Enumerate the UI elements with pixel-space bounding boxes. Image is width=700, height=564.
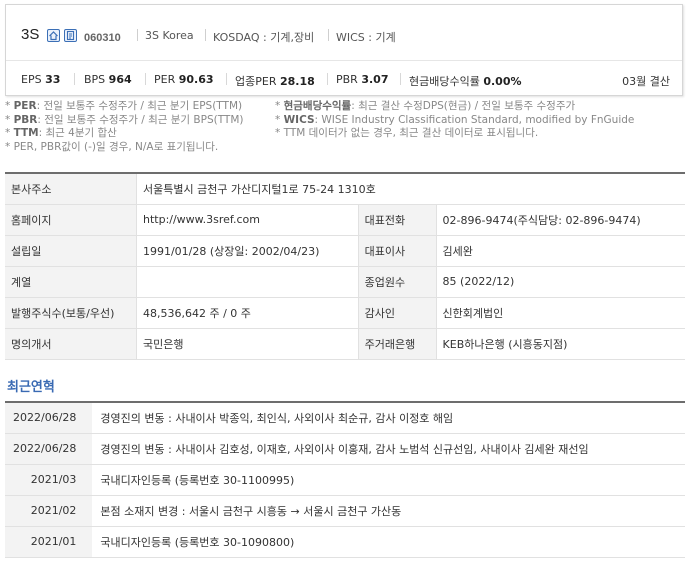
- phone-label: 대표전화: [358, 204, 437, 236]
- note-dividend: * 현금배당수익률: 최근 결산 수정DPS(현금) / 전일 보통주 수정주가: [275, 100, 576, 112]
- metric-bps: BPS 964: [84, 73, 132, 86]
- metric-eps: EPS 33: [21, 73, 61, 86]
- country-label: 3S Korea: [145, 29, 194, 42]
- divider: [226, 73, 227, 85]
- history-text: 국내디자인등록 (등록번호 30-1090800): [92, 526, 685, 558]
- founded-label: 설립일: [5, 235, 137, 267]
- stock-code: 060310: [84, 32, 121, 44]
- history-text: 국내디자인등록 (등록번호 30-1100995): [92, 464, 685, 496]
- history-date: 2021/02: [5, 495, 93, 527]
- auditor-label: 감사인: [358, 297, 437, 329]
- note-pbr: * PBR: 전일 보통주 수정주가 / 최근 분기 BPS(TTM): [5, 113, 244, 126]
- divider: [328, 29, 329, 41]
- company-info-table: 본사주소 서울특별시 금천구 가산디지털1로 75-24 1310호 홈페이지 …: [5, 172, 685, 360]
- table-row: 홈페이지 http://www.3sref.com 대표전화 02-896-94…: [5, 204, 685, 236]
- divider: [400, 73, 401, 85]
- footnotes-left: * PER: 전일 보통주 수정주가 / 최근 분기 EPS(TTM) * PB…: [5, 100, 244, 154]
- history-title: 최근연혁: [7, 380, 55, 395]
- table-row: 설립일 1991/01/28 (상장일: 2002/04/23) 대표이사 김세…: [5, 235, 685, 267]
- shares-value: 48,536,642 주 / 0 주: [136, 297, 359, 329]
- history-table: 2022/06/28 경영진의 변동 : 사내이사 박종익, 최인식, 사외이사…: [5, 401, 685, 558]
- group-value: [136, 266, 359, 298]
- phone-value: 02-896-9474(주식담당: 02-896-9474): [436, 204, 685, 236]
- note-wics: * WICS: WISE Industry Classification Sta…: [275, 113, 635, 126]
- divider: [145, 73, 146, 85]
- metric-dividend-yield: 현금배당수익률 0.00%: [409, 75, 522, 88]
- metrics-row: EPS 33 BPS 964 PER 90.63 업종PER 28.18 PBR…: [6, 61, 682, 95]
- table-row: 본사주소 서울특별시 금천구 가산디지털1로 75-24 1310호: [5, 173, 685, 205]
- divider: [205, 29, 206, 41]
- company-summary-card: 3S 060310 3S Korea KOSDAQ : 기계,장비 WICS :…: [5, 4, 683, 96]
- metric-industry-per: 업종PER 28.18: [235, 75, 315, 88]
- wics-label: WICS : 기계: [336, 31, 396, 44]
- company-name: 3S: [21, 26, 40, 43]
- history-date: 2021/03: [5, 464, 93, 496]
- note-ttm: * TTM: 최근 4분기 합산: [5, 127, 117, 139]
- transfer-agent-label: 명의개서: [5, 328, 137, 360]
- metric-pbr: PBR 3.07: [336, 73, 389, 86]
- history-text: 경영진의 변동 : 사내이사 김호성, 이재호, 사외이사 이홍재, 감사 노범…: [92, 433, 685, 465]
- metric-per: PER 90.63: [154, 73, 214, 86]
- main-bank-value: KEB하나은행 (시흥동지점): [436, 328, 685, 360]
- homepage-label: 홈페이지: [5, 204, 137, 236]
- market-label: KOSDAQ : 기계,장비: [213, 31, 315, 44]
- address-label: 본사주소: [5, 173, 137, 205]
- settlement-month: 03월 결산: [622, 75, 670, 88]
- table-row: 발행주식수(보통/우선) 48,536,642 주 / 0 주 감사인 신한회계…: [5, 297, 685, 329]
- auditor-value: 신한회계법인: [436, 297, 685, 329]
- address-value: 서울특별시 금천구 가산디지털1로 75-24 1310호: [136, 173, 685, 205]
- shares-label: 발행주식수(보통/우선): [5, 297, 137, 329]
- main-bank-label: 주거래은행: [358, 328, 437, 360]
- homepage-link[interactable]: http://www.3sref.com: [136, 204, 359, 236]
- report-icon[interactable]: [64, 29, 77, 42]
- footnotes-right: * 현금배당수익률: 최근 결산 수정DPS(현금) / 전일 보통주 수정주가…: [275, 100, 634, 141]
- group-label: 계열: [5, 266, 137, 298]
- table-row: 2021/01 국내디자인등록 (등록번호 30-1090800): [5, 526, 685, 558]
- table-row: 2021/02 본점 소재지 변경 : 서울시 금천구 시흥동 → 서울시 금천…: [5, 495, 685, 527]
- note-ttm-missing: * TTM 데이터가 없는 경우, 최근 결산 데이터로 표시됩니다.: [275, 127, 539, 139]
- history-date: 2022/06/28: [5, 433, 93, 465]
- table-row: 2021/03 국내디자인등록 (등록번호 30-1100995): [5, 464, 685, 496]
- divider: [74, 73, 75, 85]
- home-icon[interactable]: [47, 29, 60, 42]
- ceo-label: 대표이사: [358, 235, 437, 267]
- table-row: 2022/06/28 경영진의 변동 : 사내이사 박종익, 최인식, 사외이사…: [5, 402, 685, 434]
- divider: [137, 29, 138, 41]
- employees-label: 종업원수: [358, 266, 437, 298]
- transfer-agent-value: 국민은행: [136, 328, 359, 360]
- ceo-value: 김세완: [436, 235, 685, 267]
- table-row: 계열 종업원수 85 (2022/12): [5, 266, 685, 298]
- divider: [327, 73, 328, 85]
- note-per: * PER: 전일 보통주 수정주가 / 최근 분기 EPS(TTM): [5, 100, 243, 112]
- table-row: 명의개서 국민은행 주거래은행 KEB하나은행 (시흥동지점): [5, 328, 685, 360]
- note-na: * PER, PBR값이 (-)일 경우, N/A로 표기됩니다.: [5, 140, 219, 153]
- history-text: 본점 소재지 변경 : 서울시 금천구 시흥동 → 서울시 금천구 가산동: [92, 495, 685, 527]
- table-row: 2022/06/28 경영진의 변동 : 사내이사 김호성, 이재호, 사외이사…: [5, 433, 685, 465]
- history-date: 2022/06/28: [5, 402, 93, 434]
- history-date: 2021/01: [5, 526, 93, 558]
- history-text: 경영진의 변동 : 사내이사 박종익, 최인식, 사외이사 최순규, 감사 이정…: [92, 402, 685, 434]
- company-header: 3S 060310 3S Korea KOSDAQ : 기계,장비 WICS :…: [6, 5, 682, 61]
- employees-value: 85 (2022/12): [436, 266, 685, 298]
- founded-value: 1991/01/28 (상장일: 2002/04/23): [136, 235, 359, 267]
